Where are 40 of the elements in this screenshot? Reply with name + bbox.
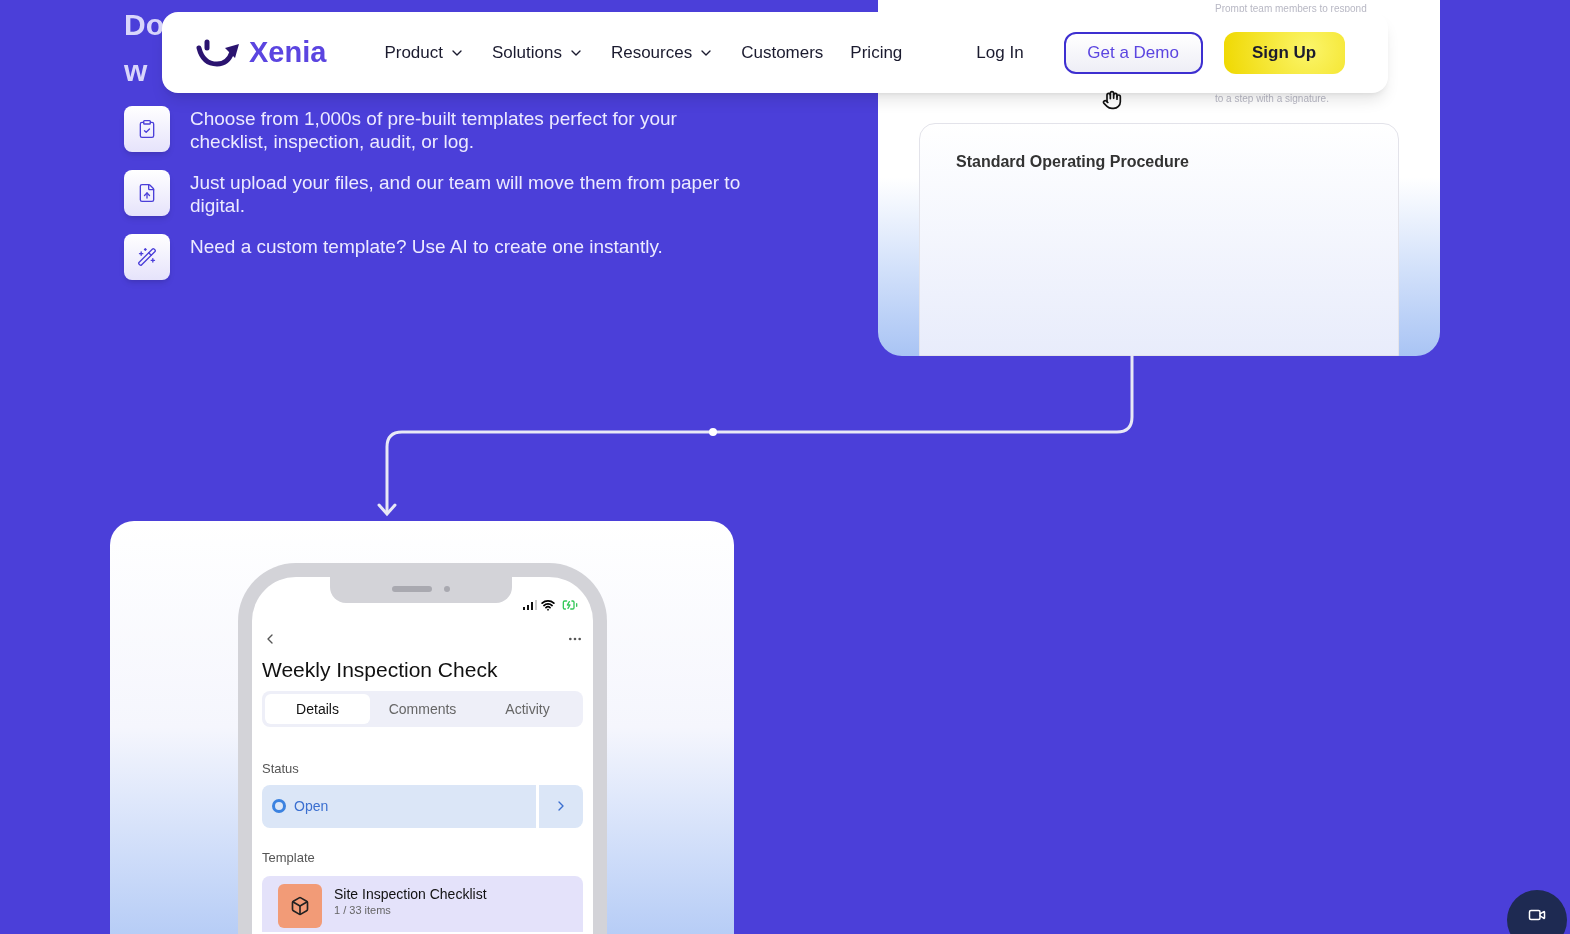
box-icon xyxy=(278,884,322,929)
feature-text: Just upload your files, and our team will move them from paper to digital. xyxy=(190,171,742,217)
nav-link[interactable]: Product xyxy=(384,39,465,66)
inspection-title: Weekly Inspection Check xyxy=(262,657,499,683)
nav-link[interactable]: Pricing xyxy=(850,39,903,66)
heading-fragment: w xyxy=(124,53,148,89)
nav-link[interactable]: Resources xyxy=(610,39,715,66)
feature-text: Need a custom template? Use AI to create one instantly. xyxy=(190,235,663,258)
clipboard-check-icon xyxy=(124,106,170,152)
nav-link[interactable]: Customers xyxy=(741,39,824,66)
tab[interactable]: Activity xyxy=(475,694,580,725)
wifi-icon xyxy=(541,598,555,612)
status-field[interactable]: Open xyxy=(262,784,536,828)
file-upload-icon xyxy=(124,170,170,216)
video-chat-button[interactable] xyxy=(1507,890,1567,934)
template-name: Site Inspection Checklist xyxy=(334,886,487,904)
heading-fragment: Do xyxy=(124,7,164,43)
template-card[interactable]: Site Inspection Checklist 1 / 33 items xyxy=(262,876,583,933)
logo[interactable]: Xenia xyxy=(195,37,327,68)
speaker-grille xyxy=(392,586,432,592)
hint-text: to a step with a signature. xyxy=(1215,94,1330,104)
template-count: 1 / 33 items xyxy=(334,903,392,918)
hand-cursor-icon xyxy=(1102,89,1122,111)
tab[interactable]: Details xyxy=(265,694,370,725)
logo-text: Xenia xyxy=(249,38,327,67)
sign-up-button[interactable]: Sign Up xyxy=(1223,31,1345,74)
login-link[interactable]: Log In xyxy=(976,39,1024,66)
get-demo-button[interactable]: Get a Demo xyxy=(1063,31,1203,74)
logo-smile-icon xyxy=(195,37,241,68)
magic-wand-icon xyxy=(124,234,170,280)
template-label: Template xyxy=(262,848,316,867)
hint-text: Prompt team members to respond xyxy=(1215,4,1368,14)
status-ring-icon xyxy=(272,799,286,814)
tab[interactable]: Comments xyxy=(370,694,475,725)
status-label: Status xyxy=(262,760,300,779)
document-title: Standard Operating Procedure xyxy=(956,153,1189,170)
status-value: Open xyxy=(294,796,329,816)
feature-text: Choose from 1,000s of pre-built templates perfect for your checklist, inspection, audit, or log. xyxy=(190,107,678,153)
signal-icon xyxy=(523,600,537,610)
nav-link[interactable]: Solutions xyxy=(491,39,584,66)
